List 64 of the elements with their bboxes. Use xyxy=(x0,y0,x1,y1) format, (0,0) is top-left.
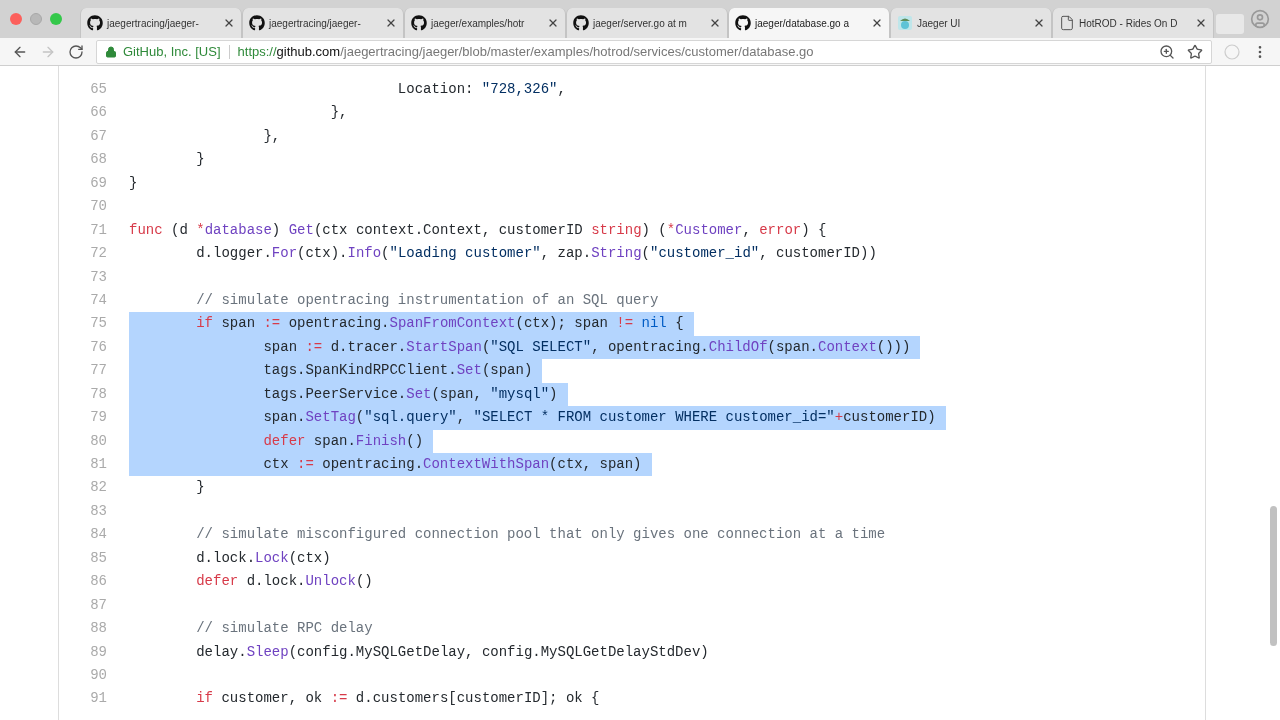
github-cat-icon xyxy=(249,15,265,31)
line-number: 82 xyxy=(89,478,107,498)
browser-tab[interactable]: jaegertracing/jaeger- xyxy=(242,8,404,38)
line-number: 68 xyxy=(89,150,107,170)
tab-title: Jaeger UI xyxy=(917,16,961,31)
github-cat-icon xyxy=(87,15,103,31)
tab-title: jaeger/database.go a xyxy=(755,16,849,31)
line-number: 74 xyxy=(89,290,107,310)
browser-tab[interactable]: jaeger/examples/hotr xyxy=(404,8,566,38)
zoom-icon[interactable] xyxy=(1159,43,1175,60)
line-number: 66 xyxy=(89,103,107,123)
close-icon[interactable] xyxy=(1195,17,1207,29)
line-number: 69 xyxy=(89,173,107,193)
mascot-icon xyxy=(897,15,913,31)
line-number: 91 xyxy=(89,689,107,709)
tab-title: jaegertracing/jaeger- xyxy=(269,16,361,31)
close-icon[interactable] xyxy=(1033,17,1045,29)
line-number: 89 xyxy=(89,642,107,662)
url-host: github.com xyxy=(276,42,341,61)
page-icon xyxy=(1059,15,1075,31)
close-icon[interactable] xyxy=(871,17,883,29)
browser-tab[interactable]: Jaeger UI xyxy=(890,8,1052,38)
browser-tab[interactable]: HotROD - Rides On D xyxy=(1052,8,1214,38)
line-number: 78 xyxy=(89,384,107,404)
site-identity: GitHub, Inc. [US] xyxy=(123,42,221,61)
close-icon[interactable] xyxy=(223,17,235,29)
close-icon[interactable] xyxy=(709,17,721,29)
line-number: 79 xyxy=(89,408,107,428)
browser-tab[interactable]: jaeger/database.go a xyxy=(728,8,890,38)
tab-title: jaeger/server.go at m xyxy=(593,16,687,31)
line-number: 76 xyxy=(89,337,107,357)
url-scheme: https:// xyxy=(237,42,277,61)
github-cat-icon xyxy=(735,15,751,31)
line-number: 90 xyxy=(89,665,107,685)
line-number: 65 xyxy=(89,80,107,99)
line-number: 83 xyxy=(89,501,107,521)
line-number: 88 xyxy=(89,619,107,639)
browser-tab[interactable]: jaeger/server.go at m xyxy=(566,8,728,38)
bookmark-star-icon[interactable] xyxy=(1187,43,1203,60)
close-icon[interactable] xyxy=(547,17,559,29)
line-number: 87 xyxy=(89,595,107,615)
line-number: 70 xyxy=(89,197,107,217)
lock-icon xyxy=(105,45,117,58)
line-number: 73 xyxy=(89,267,107,287)
line-number: 86 xyxy=(89,572,107,592)
line-number: 72 xyxy=(89,244,107,264)
tab-title: jaeger/examples/hotr xyxy=(431,16,525,31)
line-number: 81 xyxy=(89,455,107,474)
tab-title: HotROD - Rides On D xyxy=(1079,16,1178,31)
line-number: 77 xyxy=(89,361,107,381)
line-number: 80 xyxy=(89,431,107,451)
line-number: 85 xyxy=(89,548,107,568)
github-cat-icon xyxy=(411,15,427,31)
line-number: 71 xyxy=(89,220,107,240)
reload-icon[interactable] xyxy=(68,43,84,60)
github-cat-icon xyxy=(573,15,589,31)
close-icon[interactable] xyxy=(385,17,397,29)
address-field[interactable]: GitHub, Inc. [US] https://github.com/jaegertracing/jaeger/blob/master/examples/hotrod/services/customer/database.go xyxy=(96,39,1212,64)
line-number: 84 xyxy=(89,525,107,545)
tab-title: jaegertracing/jaeger- xyxy=(107,16,199,31)
browser-tab[interactable]: jaegertracing/jaeger- xyxy=(80,8,242,38)
line-number: 67 xyxy=(89,126,107,146)
url-path: /jaegertracing/jaeger/blob/master/examples/hotrod/services/customer/database.go xyxy=(340,42,814,61)
line-number: 75 xyxy=(89,314,107,334)
